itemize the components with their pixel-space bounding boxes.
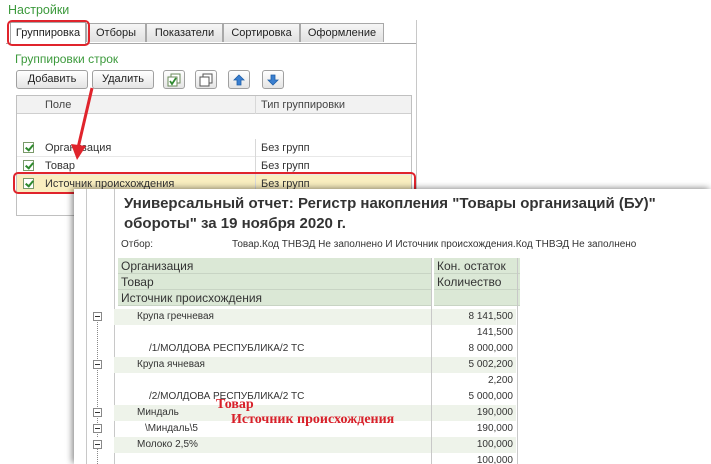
row-value: 8 000,000: [468, 343, 514, 354]
header-blank: [434, 290, 520, 306]
header-end-balance: Кон. остаток: [434, 258, 520, 274]
collapse-icon[interactable]: [93, 440, 102, 449]
filter-value: Товар.Код ТНВЭД Не заполнено И Источник …: [232, 239, 637, 250]
row-value: 100,000: [476, 455, 513, 464]
report-row: 2,200: [74, 373, 711, 389]
row-value: 5 000,000: [468, 391, 514, 402]
header-source: Источник происхождения: [118, 290, 431, 306]
report-row: 141,500: [74, 325, 711, 341]
filter-label: Отбор:: [121, 239, 153, 250]
header-organization: Организация: [118, 258, 431, 274]
product-name: Миндаль: [137, 407, 179, 418]
report-preview: Универсальный отчет: Регистр накопления …: [74, 189, 711, 464]
row-value: 190,000: [476, 407, 513, 418]
product-name: Крупа гречневая: [137, 311, 214, 322]
arrow-head-icon: [71, 144, 86, 160]
row-value: 190,000: [476, 423, 513, 434]
arrow-line: [76, 87, 94, 149]
collapse-icon[interactable]: [93, 360, 102, 369]
report-row: 100,000: [74, 453, 711, 464]
report-row: Крупа ячневая 5 002,200: [74, 357, 711, 373]
row-value: 141,500: [476, 327, 513, 338]
annotation-product: Товар: [216, 397, 254, 412]
report-row: /1/МОЛДОВА РЕСПУБЛИКА/2 ТС 8 000,000: [74, 341, 711, 357]
report-row: /2/МОЛДОВА РЕСПУБЛИКА/2 ТС 5 000,000: [74, 389, 711, 405]
product-name: Крупа ячневая: [137, 359, 205, 370]
report-row: Молоко 2,5% 100,000: [74, 437, 711, 453]
collapse-icon[interactable]: [93, 408, 102, 417]
source-name: \Миндаль\5: [145, 423, 198, 434]
row-value: 2,200: [487, 375, 513, 386]
annotation-source: Источник происхождения: [231, 412, 395, 427]
report-title-line: обороты" за 19 ноября 2020 г.: [124, 215, 346, 232]
header-quantity: Количество: [434, 274, 520, 290]
report-row: Крупа гречневая 8 141,500: [74, 309, 711, 325]
row-value: 8 141,500: [468, 311, 514, 322]
row-value: 100,000: [476, 439, 513, 450]
source-name: /1/МОЛДОВА РЕСПУБЛИКА/2 ТС: [149, 343, 305, 354]
product-name: Молоко 2,5%: [137, 439, 198, 450]
report-title-line: Универсальный отчет: Регистр накопления …: [124, 195, 656, 212]
header-product: Товар: [118, 274, 431, 290]
report-title: Универсальный отчет: Регистр накопления …: [124, 194, 711, 234]
collapse-icon[interactable]: [93, 312, 102, 321]
row-value: 5 002,200: [468, 359, 514, 370]
collapse-icon[interactable]: [93, 424, 102, 433]
